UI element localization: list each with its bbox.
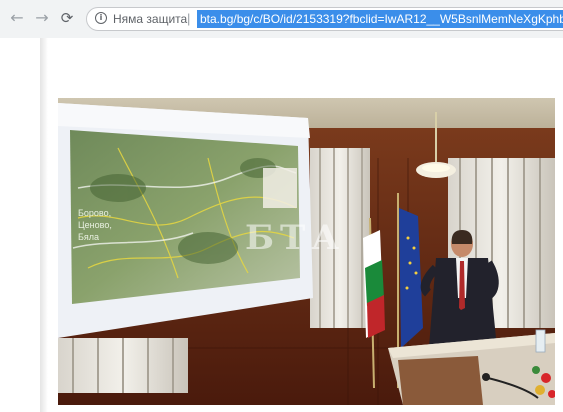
bta-watermark: БТА: [245, 218, 346, 258]
map-label-borovo: Борово,: [78, 208, 112, 218]
forward-arrow-icon[interactable]: →: [33, 9, 51, 27]
address-bar[interactable]: i Няма защита | bta.bg/bg/c/BO/id/215331…: [86, 7, 563, 31]
page-left-shadow: [40, 38, 48, 412]
map-label-byala: Бяла: [78, 232, 100, 242]
security-status[interactable]: Няма защита: [113, 8, 187, 30]
map-label-tsenovo: Ценово,: [78, 220, 112, 230]
browser-toolbar: ← → ⟳ i Няма защита | bta.bg/bg/c/BO/id/…: [0, 0, 563, 38]
address-separator: |: [187, 11, 191, 26]
info-icon[interactable]: i: [95, 12, 107, 24]
url-text[interactable]: bta.bg/bg/c/BO/id/2153319?fbclid=IwAR12_…: [197, 10, 563, 28]
reload-icon[interactable]: ⟳: [58, 9, 76, 27]
back-arrow-icon[interactable]: ←: [8, 9, 26, 27]
